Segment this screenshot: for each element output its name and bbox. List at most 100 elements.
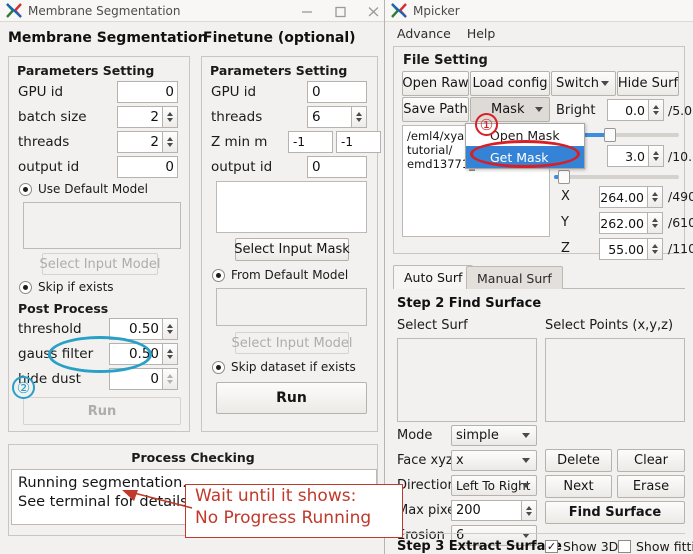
- coord-z-stepper[interactable]: [648, 238, 663, 260]
- mask-context-menu: Open Mask Get Mask: [465, 123, 585, 169]
- bright-input[interactable]: 0.0: [607, 99, 649, 121]
- chevron-down-icon: [522, 483, 530, 488]
- contrast-slider[interactable]: [554, 169, 679, 185]
- ft-model-listbox[interactable]: [216, 288, 367, 326]
- output-id-input[interactable]: 0: [117, 156, 178, 178]
- col1-model-listbox[interactable]: [23, 202, 181, 249]
- menu-help[interactable]: Help: [467, 26, 496, 41]
- coord-z-label: Z: [561, 241, 570, 256]
- bright-slider-knob[interactable]: [604, 128, 616, 142]
- find-surface-button[interactable]: Find Surface: [545, 501, 685, 524]
- hide-dust-label: hide dust: [18, 371, 81, 387]
- ft-select-input-mask-button[interactable]: Select Input Mask: [234, 238, 350, 261]
- menu-advance[interactable]: Advance: [397, 26, 451, 41]
- skip-dataset-radio[interactable]: Skip dataset if exists: [212, 360, 356, 374]
- load-config-button[interactable]: Load config: [470, 71, 550, 96]
- batch-size-label: batch size: [18, 109, 87, 125]
- ft-select-input-model-button[interactable]: Select Input Model: [231, 332, 353, 354]
- contrast-stepper[interactable]: [649, 145, 664, 167]
- threshold-input[interactable]: 0.50: [109, 318, 163, 340]
- ft-gpu-id-input[interactable]: 0: [307, 81, 367, 103]
- membrane-segmentation-window: Membrane Segmentation Membrane Segmentat…: [0, 0, 385, 554]
- gauss-filter-input[interactable]: 0.50: [109, 343, 163, 365]
- mask-dropdown[interactable]: Mask: [470, 97, 550, 122]
- ft-threads-input[interactable]: 6: [307, 106, 352, 128]
- col1-params-title: Parameters Setting: [17, 63, 155, 78]
- coord-y-input[interactable]: 262.00: [599, 212, 648, 234]
- col1-select-input-model-button[interactable]: Select Input Model: [39, 253, 161, 275]
- max-pixel-stepper[interactable]: [522, 500, 537, 521]
- col1-parameters-group: Parameters Setting GPU id 0 batch size 2…: [8, 56, 190, 432]
- coord-x-max-label: /490: [668, 189, 693, 204]
- gpu-id-input[interactable]: 0: [117, 81, 178, 103]
- radio-dot-icon: [19, 280, 32, 294]
- ft-mask-listbox[interactable]: [216, 181, 367, 233]
- tab-auto-surf[interactable]: Auto Surf: [393, 265, 474, 289]
- from-default-model-radio[interactable]: From Default Model: [212, 268, 348, 282]
- switch-dropdown[interactable]: Switch: [551, 71, 616, 96]
- select-surf-listbox[interactable]: [397, 338, 537, 422]
- menu-item-open-mask[interactable]: Open Mask: [466, 124, 584, 146]
- batch-size-stepper[interactable]: [163, 106, 178, 128]
- radio-dot-icon: [212, 360, 225, 374]
- column1-heading: Membrane Segmentation: [8, 30, 208, 46]
- post-process-title: Post Process: [18, 301, 109, 316]
- direction-label: Direction: [397, 478, 456, 493]
- bright-stepper[interactable]: [649, 99, 664, 121]
- skip-if-exists-radio[interactable]: Skip if exists: [19, 280, 114, 294]
- contrast-slider-track: [554, 175, 679, 179]
- threads-input[interactable]: 2: [117, 131, 163, 153]
- step2-title: Step 2 Find Surface: [397, 296, 542, 311]
- delete-button[interactable]: Delete: [545, 449, 612, 472]
- mode-value: simple: [456, 428, 499, 443]
- contrast-input[interactable]: 3.0: [607, 145, 649, 167]
- select-points-listbox[interactable]: [545, 338, 685, 422]
- col2-parameters-group: Parameters Setting GPU id 0 threads 6 Z …: [201, 56, 381, 432]
- step3-title: Step 3 Extract Surface: [397, 539, 562, 554]
- coord-z-input[interactable]: 55.00: [599, 238, 648, 260]
- tab-manual-surf[interactable]: Manual Surf: [466, 266, 563, 289]
- col1-run-button[interactable]: Run: [23, 397, 181, 425]
- coord-x-input[interactable]: 264.00: [599, 186, 648, 208]
- show-3d-label: Show 3D: [563, 539, 619, 554]
- ft-output-id-input[interactable]: 0: [307, 156, 367, 178]
- hide-surf-button[interactable]: Hide Surf: [617, 71, 679, 96]
- coord-y-label: Y: [561, 215, 569, 230]
- ft-zmin-input[interactable]: -1: [288, 131, 333, 153]
- save-path-button[interactable]: Save Path: [402, 97, 469, 122]
- ft-zmax-input[interactable]: -1: [336, 131, 381, 153]
- threads-stepper[interactable]: [163, 131, 178, 153]
- select-points-label: Select Points (x,y,z): [545, 318, 674, 333]
- use-default-model-radio[interactable]: Use Default Model: [19, 182, 148, 196]
- switch-label: Switch: [556, 76, 599, 91]
- mode-dropdown[interactable]: simple: [451, 425, 537, 446]
- max-pixel-input[interactable]: 200: [451, 500, 522, 521]
- coord-x-stepper[interactable]: [648, 186, 663, 208]
- menubar: Advance Help: [385, 22, 693, 44]
- hide-dust-stepper[interactable]: [163, 368, 178, 390]
- from-default-model-label: From Default Model: [231, 268, 349, 282]
- erase-button[interactable]: Erase: [617, 475, 685, 498]
- gauss-filter-label: gauss filter: [18, 346, 94, 362]
- contrast-slider-knob[interactable]: [557, 170, 570, 184]
- gauss-filter-stepper[interactable]: [163, 343, 178, 365]
- direction-dropdown[interactable]: Left To Right: [451, 475, 537, 496]
- minimize-icon[interactable]: [301, 5, 314, 18]
- show-fitting-checkbox[interactable]: Show fittin: [618, 539, 693, 554]
- hide-dust-input[interactable]: 0: [109, 368, 163, 390]
- close-icon[interactable]: [367, 5, 380, 18]
- app-logo-icon: [391, 3, 407, 18]
- coord-y-stepper[interactable]: [648, 212, 663, 234]
- menu-item-get-mask[interactable]: Get Mask: [466, 146, 584, 168]
- threshold-stepper[interactable]: [163, 318, 178, 340]
- clear-button[interactable]: Clear: [617, 449, 685, 472]
- show-3d-checkbox[interactable]: ✓ Show 3D: [545, 539, 618, 554]
- process-status-line1: Running segmentation...: [18, 475, 197, 491]
- next-button[interactable]: Next: [545, 475, 612, 498]
- open-raw-button[interactable]: Open Raw: [402, 71, 469, 96]
- face-xyz-dropdown[interactable]: x: [451, 450, 537, 471]
- col2-run-button[interactable]: Run: [216, 382, 367, 414]
- batch-size-input[interactable]: 2: [117, 106, 163, 128]
- maximize-icon[interactable]: [334, 5, 347, 18]
- ft-threads-stepper[interactable]: [352, 106, 367, 128]
